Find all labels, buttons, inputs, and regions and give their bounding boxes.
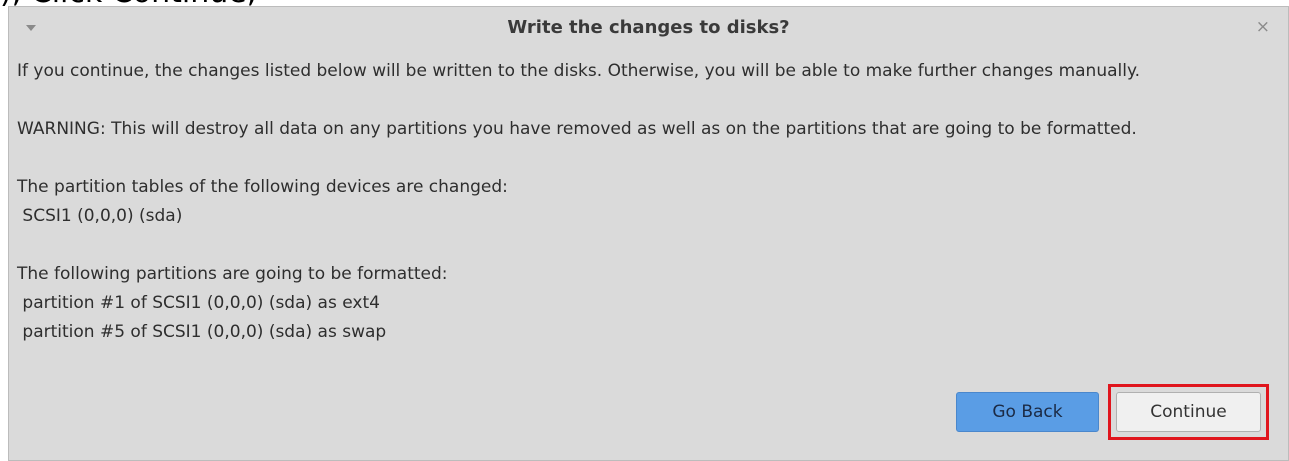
go-back-button[interactable]: Go Back xyxy=(956,392,1099,432)
dialog-message: If you continue, the changes listed belo… xyxy=(17,57,1287,347)
warning-text: WARNING: This will destroy all data on a… xyxy=(17,119,1137,139)
continue-button[interactable]: Continue xyxy=(1116,392,1261,432)
dialog-titlebar: Write the changes to disks? × xyxy=(9,7,1288,50)
changed-device: SCSI1 (0,0,0) (sda) xyxy=(17,206,183,226)
intro-text: If you continue, the changes listed belo… xyxy=(17,61,1140,81)
formatted-partition-item: partition #1 of SCSI1 (0,0,0) (sda) as e… xyxy=(17,293,380,313)
partition-tables-header: The partition tables of the following de… xyxy=(17,177,508,197)
formatted-partition-item: partition #5 of SCSI1 (0,0,0) (sda) as s… xyxy=(17,322,387,342)
screenshot-stage: ), Click Continue, Write the changes to … xyxy=(0,0,1289,461)
close-icon[interactable]: × xyxy=(1256,18,1270,36)
formatted-partitions-header: The following partitions are going to be… xyxy=(17,264,448,284)
dialog-title: Write the changes to disks? xyxy=(507,17,790,38)
